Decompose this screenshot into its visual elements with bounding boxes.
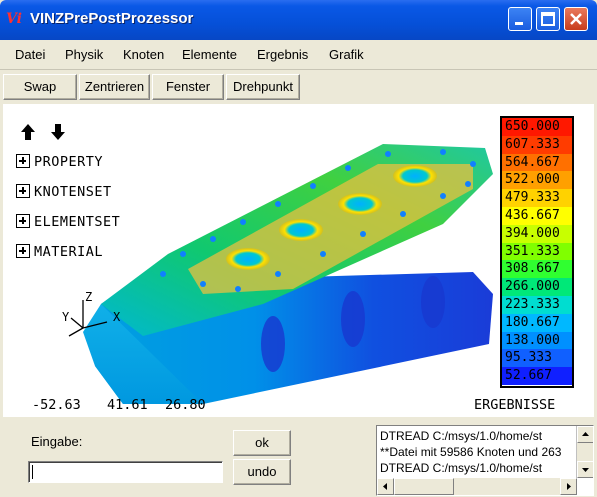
fenster-button[interactable]: Fenster <box>152 74 224 100</box>
legend-entry: 650.000 <box>502 118 572 136</box>
axis-label-x: X <box>113 310 121 324</box>
results-label: ERGEBNISSE <box>474 397 556 413</box>
input-panel: Eingabe: ok undo DTREAD C:/msys/1.0/home… <box>0 417 597 497</box>
axis-label-y: Y <box>62 310 70 324</box>
arrow-up-icon[interactable] <box>21 124 35 140</box>
chevron-down-icon <box>582 468 589 472</box>
log-output[interactable]: DTREAD C:/msys/1.0/home/st **Datei mit 5… <box>376 425 594 496</box>
tree-node-elementset[interactable]: ELEMENTSET <box>16 214 120 230</box>
window-title: VINZPrePostProzessor <box>30 10 194 27</box>
legend-entry: 308.667 <box>502 260 572 279</box>
zentrieren-button[interactable]: Zentrieren <box>79 74 150 100</box>
legend-entry: 436.667 <box>502 207 572 225</box>
legend-entry: 266.000 <box>502 278 572 296</box>
legend-entry: 95.333 <box>502 349 572 368</box>
scroll-down-button[interactable] <box>577 461 593 478</box>
close-icon <box>570 13 582 25</box>
toolbar: Swap Zentrieren Fenster Drehpunkt <box>0 71 597 103</box>
scroll-thumb[interactable] <box>394 478 454 495</box>
log-line: **Datei mit 59586 Knoten und 263 <box>380 445 562 459</box>
menu-datei[interactable]: Datei <box>15 47 45 62</box>
app-icon: Vi <box>6 11 22 27</box>
scroll-right-button[interactable] <box>560 478 577 495</box>
expand-icon[interactable] <box>16 154 30 168</box>
input-label: Eingabe: <box>31 434 83 449</box>
menu-physik[interactable]: Physik <box>65 47 103 62</box>
maximize-button[interactable] <box>536 7 560 31</box>
command-input[interactable] <box>28 461 223 483</box>
tree-node-property[interactable]: PROPERTY <box>16 154 103 170</box>
coord-y: 41.61 <box>107 397 148 413</box>
chevron-left-icon <box>383 483 387 490</box>
legend-entry: 138.000 <box>502 331 572 350</box>
legend-entry: 564.667 <box>502 153 572 172</box>
menu-ergebnis[interactable]: Ergebnis <box>257 47 308 62</box>
swap-button[interactable]: Swap <box>3 74 77 100</box>
horizontal-scrollbar[interactable] <box>377 478 577 495</box>
legend-entry: 180.667 <box>502 313 572 332</box>
menu-bar: Datei Physik Knoten Elemente Ergebnis Gr… <box>0 40 597 70</box>
legend-entry: 607.333 <box>502 135 572 154</box>
scroll-left-button[interactable] <box>377 478 394 495</box>
scroll-up-button[interactable] <box>577 426 593 443</box>
coord-z: 26.80 <box>165 397 206 413</box>
expand-icon[interactable] <box>16 184 30 198</box>
log-line: DTREAD C:/msys/1.0/home/st <box>380 461 543 475</box>
legend-entry: 479.333 <box>502 189 572 207</box>
legend-entry: 223.333 <box>502 296 572 314</box>
model-viewport[interactable]: PROPERTY KNOTENSET ELEMENTSET MATERIAL Z… <box>3 104 594 417</box>
tree-node-material[interactable]: MATERIAL <box>16 244 103 260</box>
undo-button[interactable]: undo <box>233 459 291 485</box>
legend-entry: 351.333 <box>502 242 572 261</box>
minimize-button[interactable] <box>508 7 532 31</box>
legend-entry: 52.667 <box>502 367 572 385</box>
legend-entry: 394.000 <box>502 224 572 243</box>
vertical-scrollbar[interactable] <box>576 426 593 478</box>
text-cursor <box>32 465 33 479</box>
maximize-icon <box>541 12 555 26</box>
expand-icon[interactable] <box>16 244 30 258</box>
log-line: DTREAD C:/msys/1.0/home/st <box>380 429 543 443</box>
expand-icon[interactable] <box>16 214 30 228</box>
chevron-right-icon <box>567 483 571 490</box>
ok-button[interactable]: ok <box>233 430 291 456</box>
coord-x: -52.63 <box>32 397 81 413</box>
menu-elemente[interactable]: Elemente <box>182 47 237 62</box>
axis-label-z: Z <box>85 290 93 304</box>
tree-node-knotenset[interactable]: KNOTENSET <box>16 184 112 200</box>
arrow-down-icon[interactable] <box>51 124 65 140</box>
minimize-icon <box>515 22 523 25</box>
menu-grafik[interactable]: Grafik <box>329 47 364 62</box>
chevron-up-icon <box>582 432 589 436</box>
drehpunkt-button[interactable]: Drehpunkt <box>226 74 300 100</box>
title-bar[interactable]: Vi VINZPrePostProzessor <box>0 0 597 40</box>
legend-entry: 522.000 <box>502 171 572 190</box>
close-button[interactable] <box>564 7 588 31</box>
color-legend: 650.000 607.333 564.667 522.000 479.333 436.6… <box>500 116 574 388</box>
menu-knoten[interactable]: Knoten <box>123 47 164 62</box>
